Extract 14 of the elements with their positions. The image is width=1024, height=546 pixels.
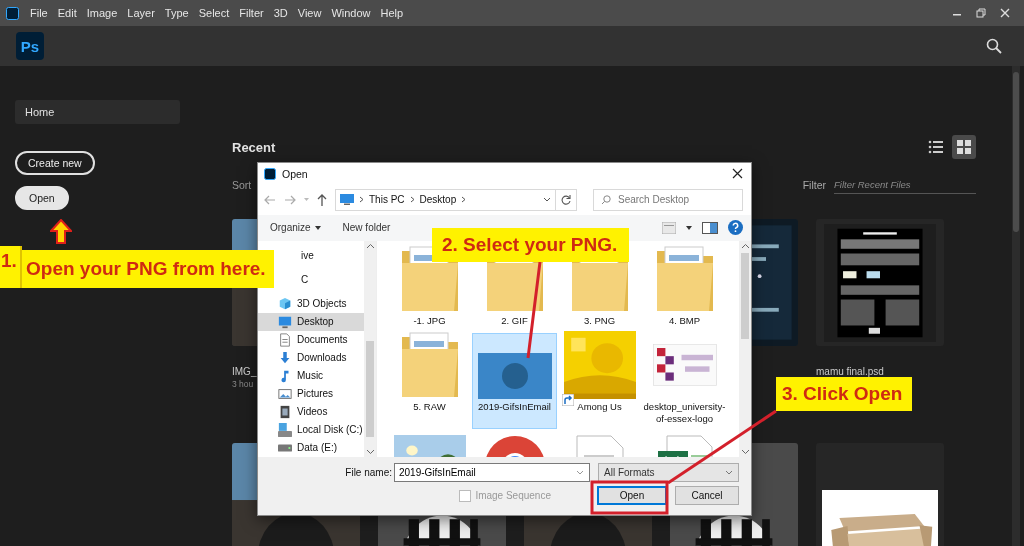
dialog-title: Open — [282, 167, 308, 180]
section-title: Recent — [232, 139, 276, 155]
step-number-tooltip: 1. — [0, 246, 22, 288]
instruction-tooltip: 2. Select your PNG. — [432, 228, 630, 262]
modified-time: 3 hou — [232, 379, 254, 389]
sort-label: Sort — [232, 179, 252, 191]
file-name-label: File name: — [345, 467, 392, 479]
instruction-tooltip: Open your PNG from here. — [22, 250, 274, 288]
checkbox-label: Image Sequence — [475, 490, 551, 502]
instruction-tooltip: 3. Click Open — [776, 377, 913, 411]
app-logo: Ps — [16, 32, 44, 60]
thumbnail-caption: IMG_ — [232, 366, 257, 377]
thumbnail-caption: mamu final.psd — [816, 366, 884, 377]
filter-label: Filter — [802, 179, 826, 191]
